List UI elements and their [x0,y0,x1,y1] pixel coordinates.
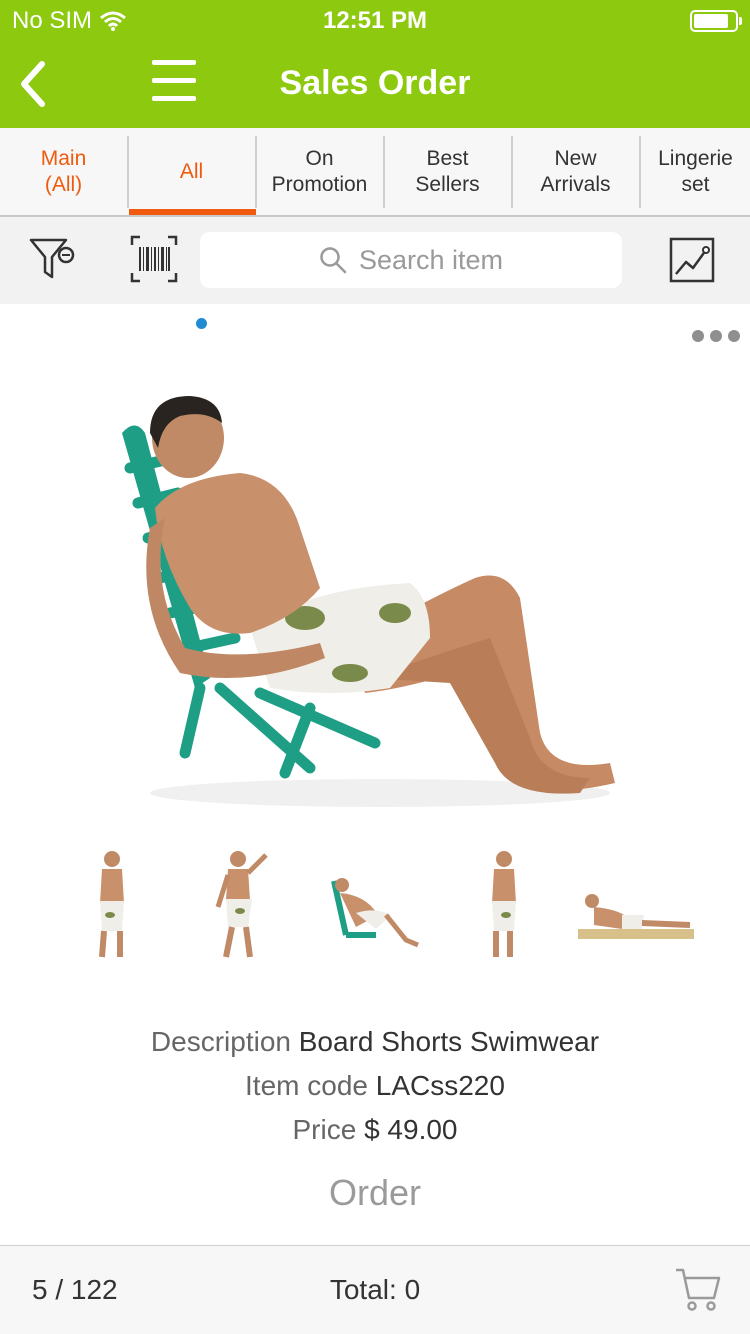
tab-all[interactable]: All [127,136,254,208]
cart-icon[interactable] [674,1266,722,1314]
bottom-bar: 5 / 122 Total: 0 [0,1245,750,1334]
tab-new-arrivals[interactable]: New Arrivals [511,136,638,208]
navigation-bar: Sales Order [0,40,750,128]
search-icon [320,247,347,274]
item-code-value: LACss220 [375,1070,505,1101]
toolbar: Search item [0,217,750,304]
description-row: Description Board Shorts Swimwear [0,1020,750,1064]
status-bar: No SIM 12:51 PM [0,0,750,40]
status-time: 12:51 PM [322,7,428,34]
thumbnail-strip [60,845,710,965]
page-indicator-dot [196,318,207,329]
item-code-label: Item code [245,1070,368,1101]
top-bar: No SIM 12:51 PM Sales Order [0,0,750,128]
description-value: Board Shorts Swimwear [298,1026,600,1057]
product-main-image[interactable] [110,388,630,818]
selected-tab-indicator [129,209,256,215]
thumbnail-image[interactable] [444,845,564,965]
tab-on-promotion[interactable]: On Promotion [255,136,382,208]
filter-icon[interactable] [28,235,76,283]
search-placeholder: Search item [358,244,504,275]
search-input[interactable]: Search item [200,232,622,288]
thumbnail-image[interactable] [186,845,306,965]
price-value: $ 49.00 [364,1114,458,1145]
image-chart-icon[interactable] [668,236,716,284]
thumbnail-image[interactable] [572,845,702,965]
page-title: Sales Order [279,64,471,102]
tab-main-all[interactable]: Main (All) [0,136,127,208]
thumbnail-image[interactable] [60,845,180,965]
order-total: Total: 0 [329,1274,421,1305]
barcode-scan-icon[interactable] [130,235,178,283]
item-code-row: Item code LACss220 [0,1064,750,1108]
tab-best-sellers[interactable]: Best Sellers [383,136,510,208]
more-options-icon[interactable] [692,330,740,344]
tab-lingerie-set[interactable]: Lingerie set [639,136,750,208]
price-label: Price [292,1114,357,1145]
order-button[interactable]: Order [275,1168,475,1218]
battery-icon [690,10,742,32]
description-label: Description [150,1026,291,1057]
product-info: Description Board Shorts Swimwear Item c… [0,1020,750,1152]
price-row: Price $ 49.00 [0,1108,750,1152]
thumbnail-image[interactable] [316,845,436,965]
category-tabs: Main (All) All On Promotion Best Sellers… [0,128,750,217]
